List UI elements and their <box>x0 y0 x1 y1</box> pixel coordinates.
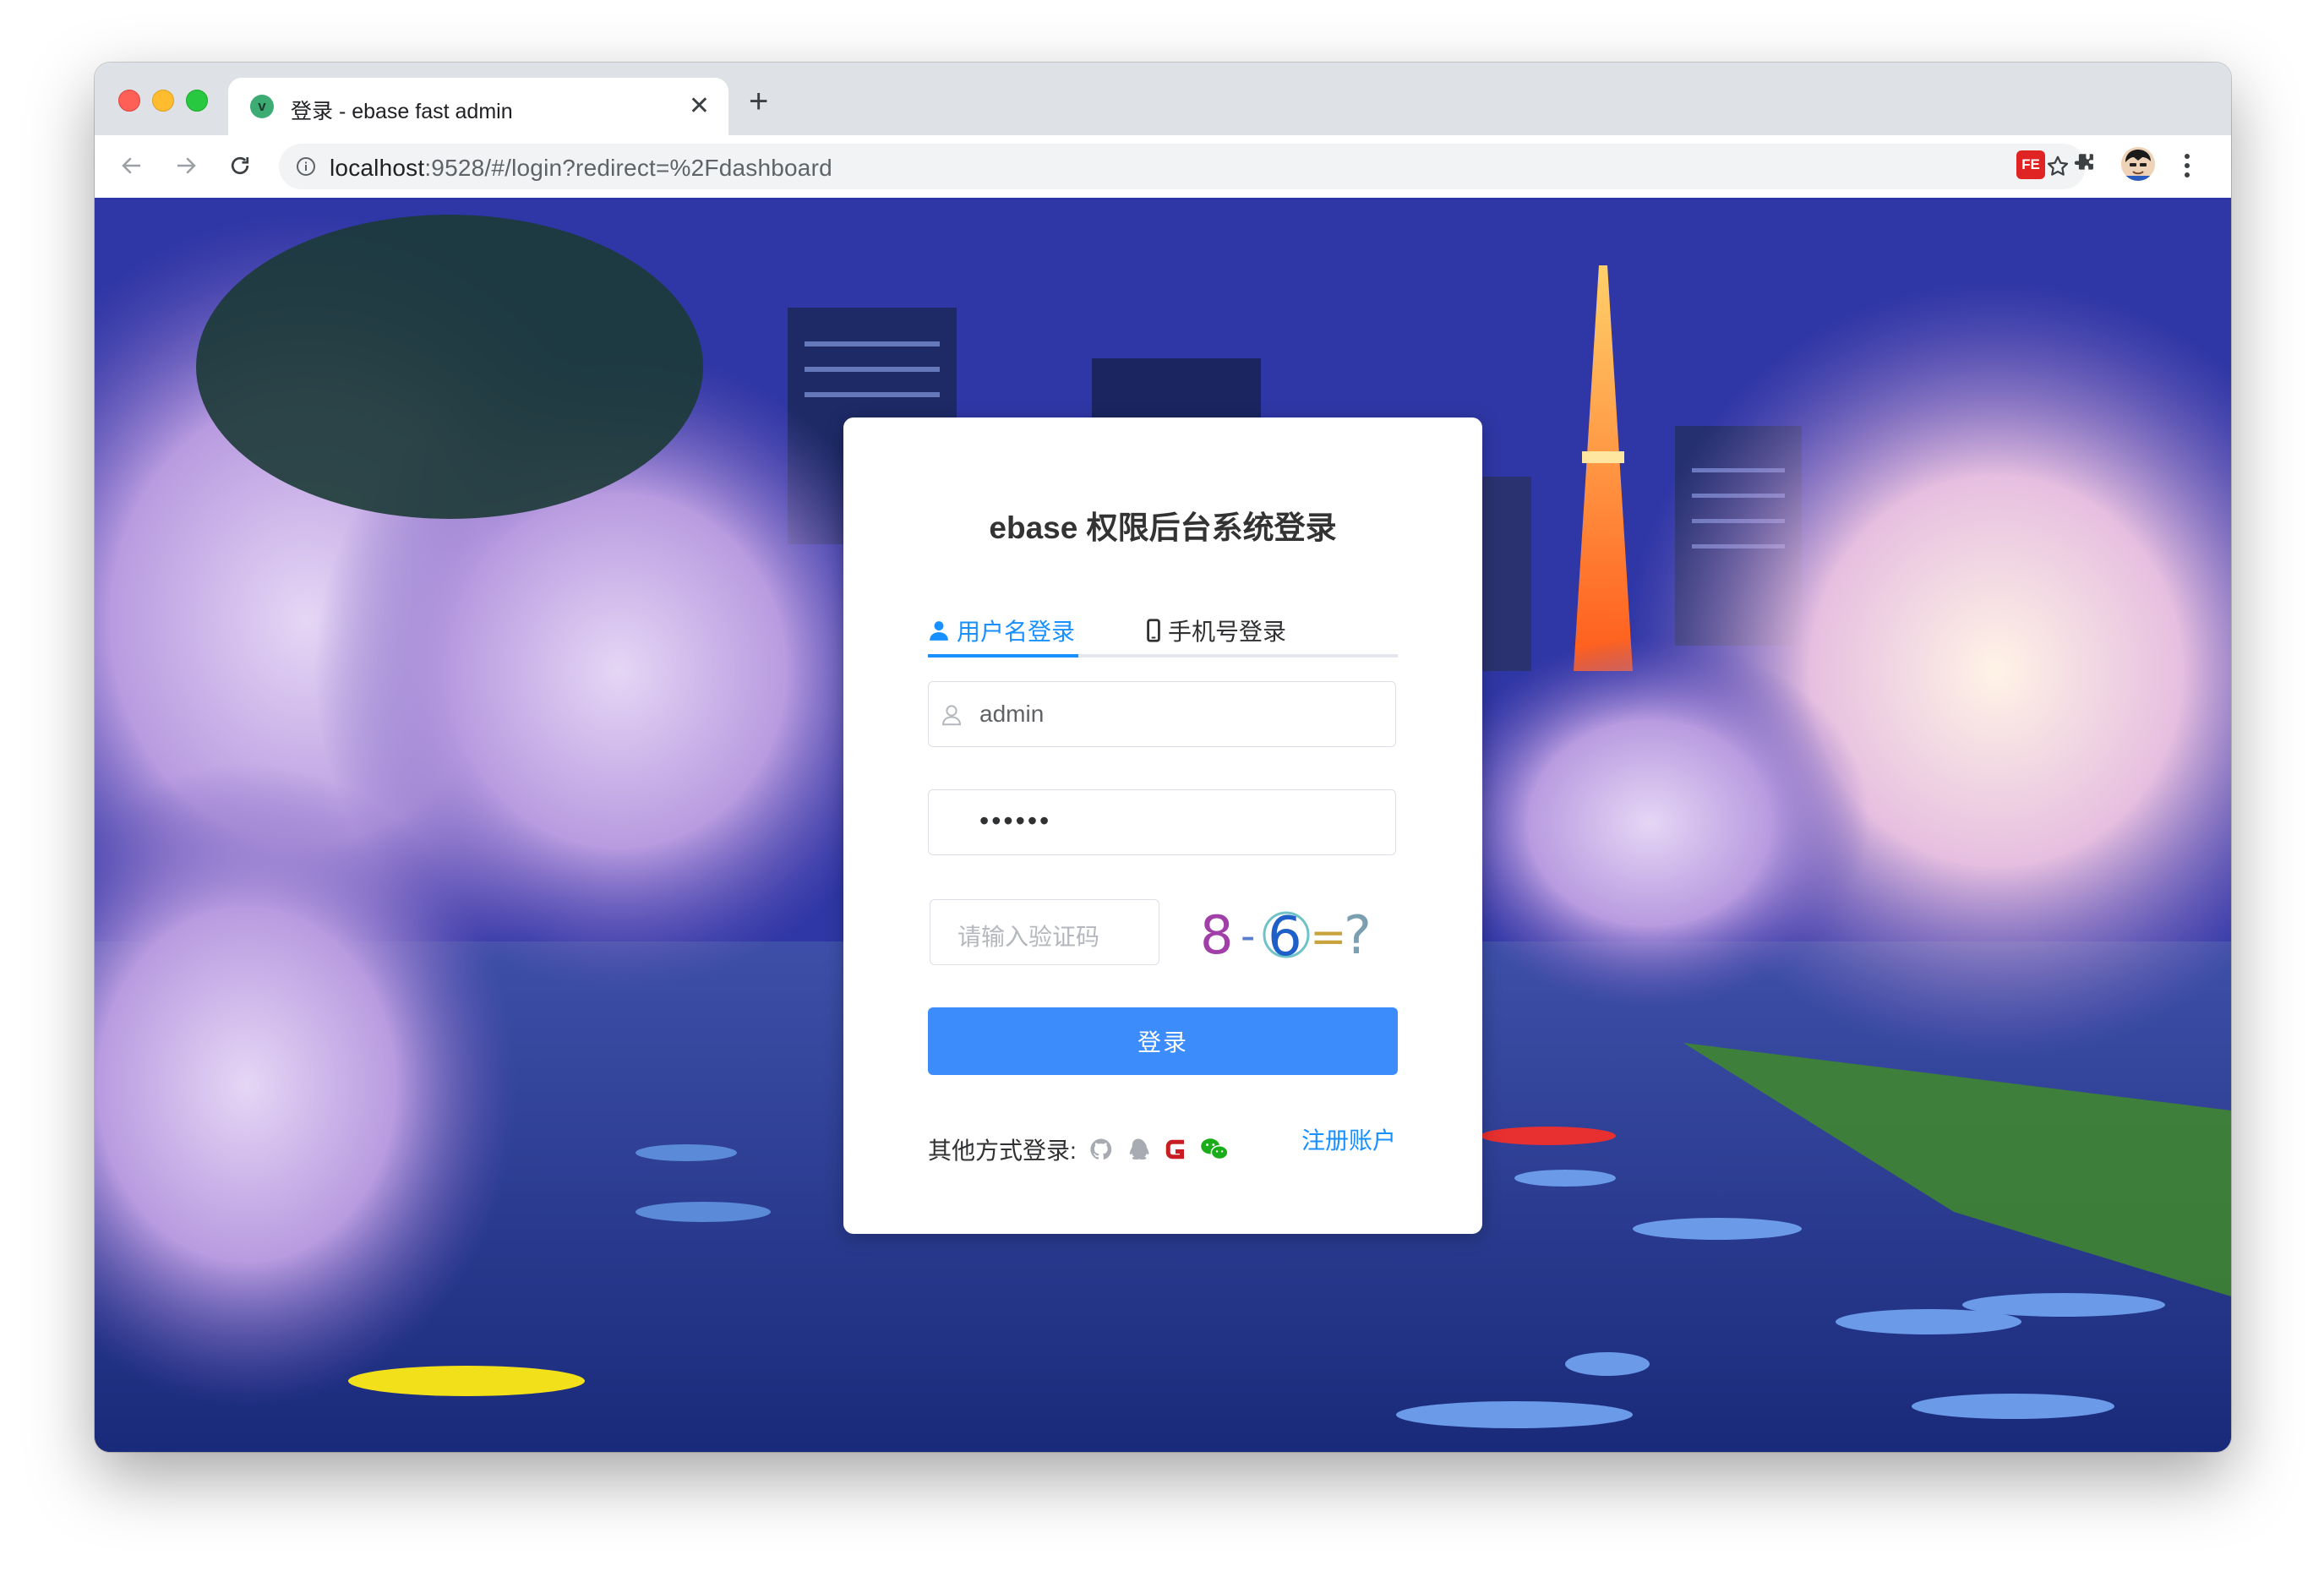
info-icon[interactable] <box>296 156 316 177</box>
close-window-button[interactable] <box>118 90 140 112</box>
mobile-phone-icon <box>1146 619 1161 642</box>
login-card: ebase 权限后台系统登录 用户名登录 手机号登录 admin •••••• … <box>843 417 1482 1234</box>
qq-icon[interactable] <box>1126 1137 1151 1162</box>
gitee-icon[interactable] <box>1163 1137 1188 1162</box>
captcha-input[interactable]: 请输入验证码 <box>930 899 1159 965</box>
github-icon[interactable] <box>1088 1137 1114 1162</box>
svg-text:=: = <box>1310 912 1347 963</box>
new-tab-button[interactable]: + <box>749 85 768 118</box>
other-login-label: 其他方式登录: <box>928 1138 1077 1164</box>
back-arrow-icon[interactable] <box>113 147 150 184</box>
svg-text:?: ? <box>1344 904 1372 966</box>
url-host: localhost <box>330 155 425 181</box>
reload-icon[interactable] <box>221 147 259 184</box>
register-link[interactable]: 注册账户 <box>1301 1122 1396 1156</box>
username-input[interactable]: admin <box>928 681 1396 747</box>
svg-text:8: 8 <box>1200 904 1233 966</box>
address-bar[interactable]: localhost:9528/#/login?redirect=%2Fdashb… <box>279 144 2086 189</box>
tab-strip: v 登录 - ebase fast admin ✕ + <box>95 63 2231 135</box>
url-path: :9528/#/login?redirect=%2Fdashboard <box>424 155 832 181</box>
password-input[interactable]: •••••• <box>928 789 1396 855</box>
vue-favicon-icon: v <box>250 95 274 118</box>
url-text[interactable]: localhost:9528/#/login?redirect=%2Fdashb… <box>330 155 832 182</box>
wechat-icon[interactable] <box>1200 1137 1229 1162</box>
tab-title: 登录 - ebase fast admin <box>291 100 513 123</box>
tab-phone-login[interactable]: 手机号登录 <box>1146 607 1286 654</box>
browser-toolbar: localhost:9528/#/login?redirect=%2Fdashb… <box>95 135 2231 199</box>
login-page: ebase 权限后台系统登录 用户名登录 手机号登录 admin •••••• … <box>95 198 2231 1452</box>
captcha-placeholder: 请输入验证码 <box>957 924 1100 950</box>
minimize-window-button[interactable] <box>152 90 174 112</box>
maximize-window-button[interactable] <box>186 90 208 112</box>
captcha-image[interactable]: 8 - 6 = ? <box>1193 896 1381 970</box>
user-outline-icon <box>939 702 964 732</box>
bookmark-star-icon[interactable] <box>2045 154 2070 179</box>
fe-helper-extension-icon[interactable]: FE <box>2016 150 2045 179</box>
tab-close-icon[interactable]: ✕ <box>689 91 710 122</box>
svg-text:6: 6 <box>1268 906 1302 969</box>
password-value: •••••• <box>979 805 1052 836</box>
browser-tab[interactable]: v 登录 - ebase fast admin ✕ <box>228 78 728 135</box>
username-value: admin <box>979 701 1045 727</box>
login-tabs: 用户名登录 手机号登录 <box>928 607 1398 658</box>
login-title: ebase 权限后台系统登录 <box>989 510 1337 545</box>
forward-arrow-icon[interactable] <box>167 147 205 184</box>
browser-window: v 登录 - ebase fast admin ✕ + localhost:95… <box>95 63 2231 1452</box>
user-icon <box>928 619 950 641</box>
svg-text:-: - <box>1241 913 1255 960</box>
tab-username-login[interactable]: 用户名登录 <box>928 607 1075 654</box>
login-button[interactable]: 登录 <box>928 1007 1398 1075</box>
menu-kebab-icon[interactable] <box>2182 150 2192 185</box>
extensions-puzzle-icon[interactable] <box>2070 150 2099 183</box>
other-login-methods: 其他方式登录: <box>928 1132 1229 1166</box>
active-tab-indicator <box>928 654 1078 658</box>
tab-username-label: 用户名登录 <box>957 619 1076 645</box>
profile-avatar[interactable] <box>2121 147 2155 181</box>
tab-phone-label: 手机号登录 <box>1168 619 1287 645</box>
